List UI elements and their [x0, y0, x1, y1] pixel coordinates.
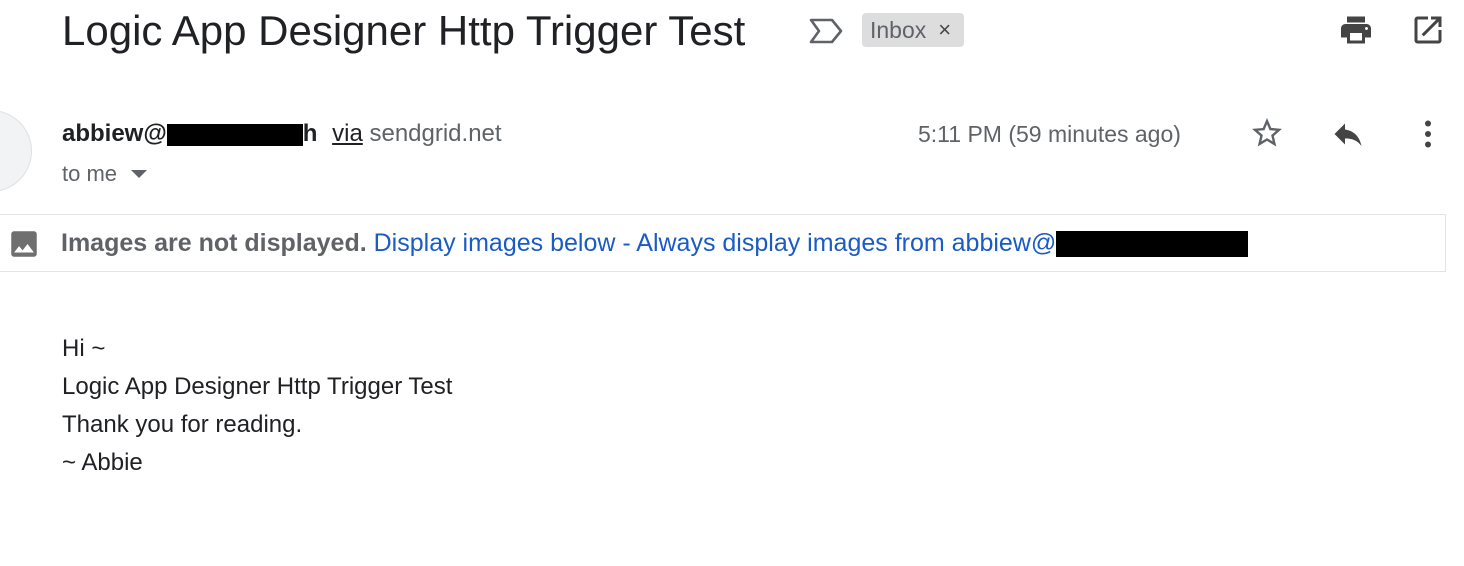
remove-label-button[interactable]: × [938, 19, 951, 41]
reply-icon[interactable] [1330, 116, 1366, 152]
images-notice: Images are not displayed. Display images… [61, 227, 1249, 259]
recipient-text: to me [62, 161, 118, 186]
email-timestamp: 5:11 PM (59 minutes ago) [918, 121, 1181, 147]
body-line: Logic App Designer Http Trigger Test [62, 373, 453, 400]
email-subject: Logic App Designer Http Trigger Test [62, 7, 746, 54]
redaction-block [1056, 231, 1249, 258]
always-display-text: Always display images from abbiew@ [636, 229, 1057, 257]
important-marker-icon[interactable] [808, 17, 844, 45]
sender-line: abbiew@ h via sendgrid.net [62, 118, 502, 150]
always-display-images-link[interactable]: Always display images from abbiew@ [636, 229, 1249, 258]
star-icon[interactable] [1249, 115, 1285, 151]
chevron-down-icon[interactable] [131, 170, 148, 178]
recipient-details-toggle[interactable]: to me [62, 158, 148, 190]
open-in-new-window-icon[interactable] [1410, 12, 1446, 48]
display-images-below-link[interactable]: Display images below [374, 229, 616, 257]
images-warning-text: Images are not displayed. [61, 229, 367, 257]
via-text: via sendgrid.net [332, 120, 501, 147]
body-line: Thank you for reading. [62, 411, 303, 438]
email-body: Hi ~ Logic App Designer Http Trigger Tes… [62, 330, 452, 482]
more-vert-icon[interactable] [1410, 116, 1446, 152]
image-icon [11, 231, 37, 257]
via-link[interactable]: via [332, 120, 363, 147]
redaction-block [166, 123, 303, 146]
sender-email-prefix: abbiew@ [62, 120, 167, 147]
sender-avatar[interactable] [0, 110, 32, 192]
body-line: Hi ~ [62, 335, 106, 362]
sender-email[interactable]: abbiew@ h [62, 120, 317, 147]
label-chip-text: Inbox [870, 16, 927, 43]
print-icon[interactable] [1338, 12, 1374, 48]
via-domain: sendgrid.net [369, 120, 502, 147]
link-separator: - [622, 229, 631, 257]
body-line: ~ Abbie [62, 449, 143, 476]
inbox-label-chip: Inbox × [862, 13, 964, 47]
images-blocked-banner: Images are not displayed. Display images… [0, 214, 1446, 272]
sender-email-suffix: h [302, 120, 318, 147]
